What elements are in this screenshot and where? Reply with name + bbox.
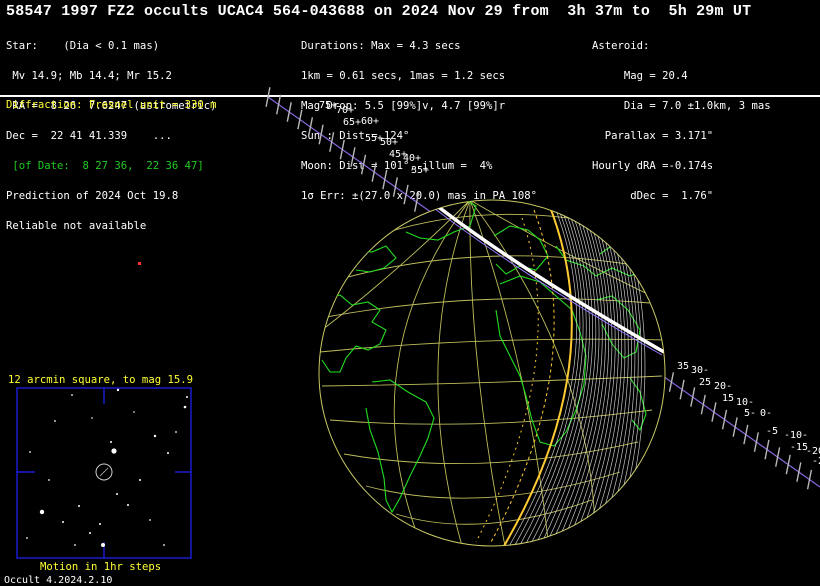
path-tick: [785, 454, 791, 475]
path-label-upper: 65+: [343, 117, 361, 128]
path-tick: [679, 379, 685, 400]
path-tick: [414, 192, 420, 212]
path-tick: [286, 102, 292, 122]
path-label-lower: 5-: [744, 408, 756, 419]
path-tick: [297, 109, 303, 130]
path-tick: [764, 439, 770, 460]
field-stars: [26, 388, 188, 547]
path-label-upper: 60+: [361, 116, 379, 127]
path-label-upper: 35+: [411, 165, 429, 176]
path-tick: [350, 147, 356, 167]
path-label-upper: 50+: [380, 137, 398, 148]
path-tick: [711, 402, 717, 422]
path-tick: [382, 169, 388, 190]
path-tick: [775, 447, 781, 467]
path-tick: [360, 154, 367, 175]
path-label-upper: 75+: [319, 100, 337, 111]
path-tick: [265, 87, 271, 107]
star-chart-title: 12 arcmin square, to mag 15.9: [8, 374, 193, 386]
path-tick: [668, 372, 675, 392]
path-tick: [307, 117, 314, 137]
path-label-lower: 15: [722, 393, 734, 404]
red-marker: [138, 262, 141, 265]
occultation-map: 75+70+65+ 60+55+50+45+40+35+ 35 30-25 20-15…: [16, 87, 820, 559]
path-label-lower: -2: [812, 456, 820, 467]
path-label-lower: 25: [699, 377, 711, 388]
path-tick: [403, 184, 409, 205]
path-tick: [796, 462, 802, 482]
path-label-upper: 70+: [336, 105, 354, 116]
path-tick: [690, 387, 696, 407]
path-tick: [721, 409, 728, 430]
path-label-lower: -5: [766, 426, 778, 437]
path-tick: [732, 417, 738, 437]
earth-globe: [318, 199, 666, 547]
path-tick: [392, 177, 398, 197]
path-label-lower: 20-: [714, 381, 732, 392]
path-label-lower: 30-: [691, 365, 709, 376]
path-tick: [806, 469, 813, 490]
version-label: Occult 4.2024.2.10: [4, 575, 113, 586]
path-tick: [700, 394, 706, 415]
path-label-lower: 35: [677, 361, 689, 372]
path-tick: [318, 124, 324, 145]
path-tick: [371, 162, 377, 182]
path-tick: [276, 94, 282, 115]
path-label-lower: 10-: [736, 397, 754, 408]
path-labels-lower: 3530-2520-1510-5-0--5-10--15-20-2: [677, 361, 820, 467]
star-chart: [16, 387, 192, 559]
path-tick: [743, 424, 749, 445]
path-label-lower: -10-: [784, 430, 808, 441]
path-tick: [329, 132, 335, 152]
path-label-upper: 40+: [403, 153, 421, 164]
motion-note: Motion in 1hr steps: [40, 561, 162, 573]
path-tick: [339, 139, 345, 160]
path-tick: [753, 432, 759, 452]
path-labels-upper: 75+70+65+ 60+55+50+45+40+35+: [319, 100, 429, 176]
path-label-lower: 0-: [760, 408, 772, 419]
